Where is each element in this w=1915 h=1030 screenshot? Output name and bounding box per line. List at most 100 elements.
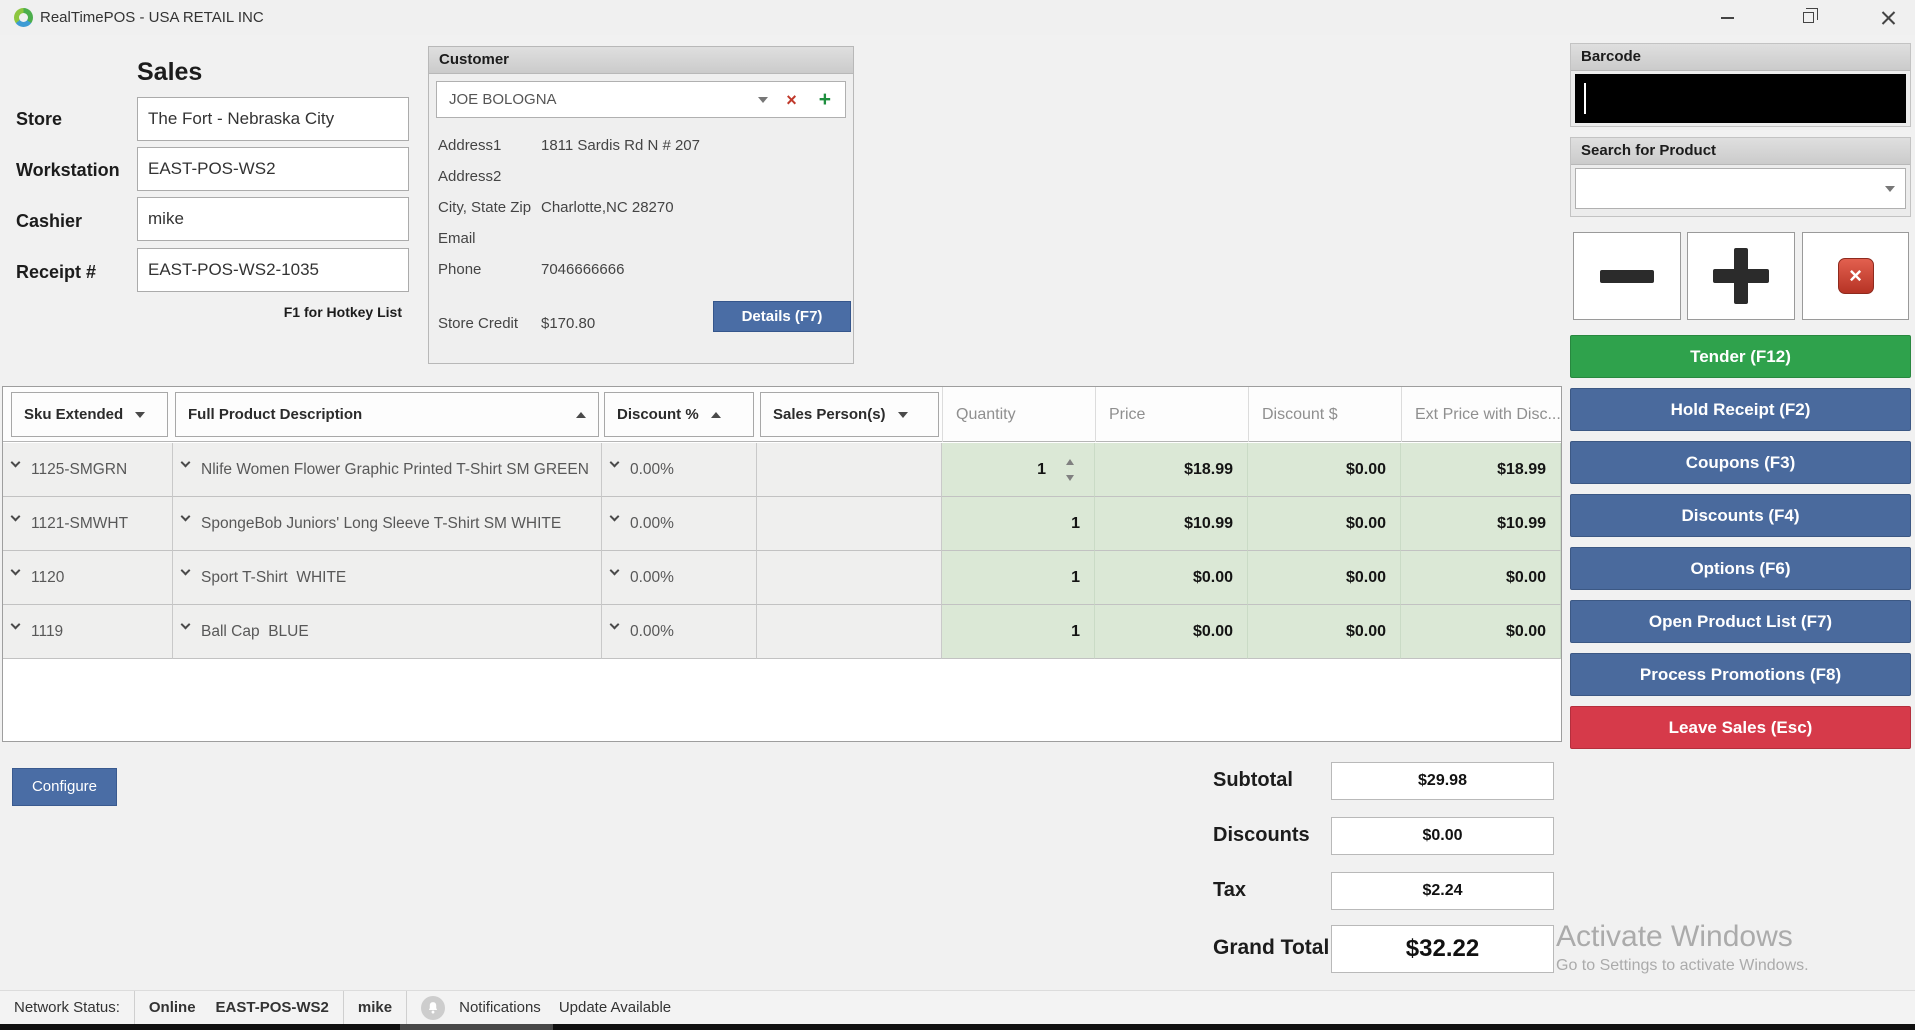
spinner-down-icon[interactable] (1066, 475, 1074, 481)
cell-price[interactable]: $0.00 (1095, 551, 1248, 605)
discounts-button[interactable]: Discounts (F4) (1570, 494, 1911, 537)
customer-name: JOE BOLOGNA (437, 91, 758, 108)
column-header-discount-pct[interactable]: Discount % (604, 392, 754, 437)
column-header-description[interactable]: Full Product Description (175, 392, 599, 437)
discount-pct-value: 0.00% (602, 551, 756, 605)
cashier-label: Cashier (16, 211, 82, 232)
hold-receipt-button[interactable]: Hold Receipt (F2) (1570, 388, 1911, 431)
decrease-qty-button[interactable] (1573, 232, 1681, 320)
city-state-zip-value: Charlotte,NC 28270 (541, 199, 674, 216)
cell-quantity[interactable]: 1 (942, 497, 1095, 551)
update-available-link[interactable]: Update Available (555, 999, 685, 1016)
store-field[interactable]: The Fort - Nebraska City (137, 97, 409, 141)
search-product-panel: Search for Product (1570, 137, 1911, 217)
column-header-description-label: Full Product Description (188, 406, 362, 423)
cell-ext-price[interactable]: $0.00 (1401, 551, 1561, 605)
restore-button[interactable] (1775, 0, 1841, 35)
spinner-up-icon[interactable] (1066, 459, 1074, 465)
receipt-field[interactable]: EAST-POS-WS2-1035 (137, 248, 409, 292)
column-header-price[interactable]: Price (1095, 387, 1248, 442)
cell-sales-person[interactable] (757, 497, 942, 551)
coupons-button[interactable]: Coupons (F3) (1570, 441, 1911, 484)
clear-customer-icon[interactable]: × (786, 91, 797, 109)
phone-label: Phone (438, 261, 541, 278)
barcode-panel: Barcode (1570, 43, 1911, 127)
cell-sales-person[interactable] (757, 443, 942, 497)
notifications-link[interactable]: Notifications (445, 999, 555, 1016)
remove-item-button[interactable]: × (1802, 232, 1909, 320)
column-header-sku-label: Sku Extended (24, 406, 123, 423)
cell-quantity[interactable]: 1 (942, 605, 1095, 659)
column-header-sales-person[interactable]: Sales Person(s) (760, 392, 939, 437)
cell-price[interactable]: $18.99 (1095, 443, 1248, 497)
cell-description[interactable]: Ball Cap BLUE (173, 605, 602, 659)
cell-description[interactable]: Sport T-Shirt WHITE (173, 551, 602, 605)
discount-amt-value: $0.00 (1248, 497, 1400, 551)
cell-quantity[interactable]: 1 (942, 551, 1095, 605)
network-status-label: Network Status: (0, 999, 134, 1016)
options-button[interactable]: Options (F6) (1570, 547, 1911, 590)
cell-sales-person[interactable] (757, 605, 942, 659)
column-header-sku[interactable]: Sku Extended (11, 392, 168, 437)
customer-select[interactable]: JOE BOLOGNA × + (436, 81, 846, 118)
cell-discount-pct[interactable]: 0.00% (602, 497, 757, 551)
activate-windows-watermark: Activate Windows (1556, 920, 1793, 954)
cell-discount-amt[interactable]: $0.00 (1248, 443, 1401, 497)
window-title: RealTimePOS - USA RETAIL INC (40, 9, 264, 26)
grid-header-row: Sku Extended Full Product Description Di… (3, 387, 1561, 442)
add-customer-icon[interactable]: + (819, 89, 831, 110)
cell-sku[interactable]: 1120 (3, 551, 173, 605)
cell-sku[interactable]: 1119 (3, 605, 173, 659)
workstation-field[interactable]: EAST-POS-WS2 (137, 147, 409, 191)
ext-price-value: $0.00 (1401, 605, 1560, 659)
cell-ext-price[interactable]: $10.99 (1401, 497, 1561, 551)
workstation-label: Workstation (16, 160, 120, 181)
chevron-down-icon[interactable] (1885, 186, 1895, 192)
close-button[interactable] (1855, 0, 1915, 35)
column-header-discount-amt[interactable]: Discount $ (1248, 387, 1401, 442)
cell-discount-amt[interactable]: $0.00 (1248, 497, 1401, 551)
cell-description[interactable]: Nlife Women Flower Graphic Printed T-Shi… (173, 443, 602, 497)
ext-price-value: $0.00 (1401, 551, 1560, 605)
cell-quantity[interactable]: 1 (942, 443, 1095, 497)
taskbar-edge (0, 1024, 1915, 1030)
cell-discount-amt[interactable]: $0.00 (1248, 551, 1401, 605)
cell-sku[interactable]: 1121-SMWHT (3, 497, 173, 551)
cell-discount-pct[interactable]: 0.00% (602, 443, 757, 497)
cell-ext-price[interactable]: $0.00 (1401, 605, 1561, 659)
notifications-bell-icon[interactable] (421, 996, 445, 1020)
cell-price[interactable]: $10.99 (1095, 497, 1248, 551)
ext-price-value: $10.99 (1401, 497, 1560, 551)
discount-pct-value: 0.00% (602, 605, 756, 659)
open-product-list-button[interactable]: Open Product List (F7) (1570, 600, 1911, 643)
tender-button[interactable]: Tender (F12) (1570, 335, 1911, 378)
customer-details-button[interactable]: Details (F7) (713, 301, 851, 332)
configure-button[interactable]: Configure (12, 768, 117, 806)
minimize-button[interactable] (1694, 0, 1760, 35)
search-product-input[interactable] (1575, 168, 1906, 209)
cell-sku[interactable]: 1125-SMGRN (3, 443, 173, 497)
cell-discount-amt[interactable]: $0.00 (1248, 605, 1401, 659)
price-value: $0.00 (1095, 605, 1247, 659)
status-bar: Network Status: Online EAST-POS-WS2 mike… (0, 990, 1915, 1024)
chevron-down-icon[interactable] (758, 97, 768, 103)
leave-sales-button[interactable]: Leave Sales (Esc) (1570, 706, 1911, 749)
cashier-field[interactable]: mike (137, 197, 409, 241)
sales-grid: Sku Extended Full Product Description Di… (2, 386, 1562, 742)
column-header-ext-price[interactable]: Ext Price with Disc... (1401, 387, 1561, 442)
ext-price-value: $18.99 (1401, 443, 1560, 497)
cell-discount-pct[interactable]: 0.00% (602, 605, 757, 659)
cell-ext-price[interactable]: $18.99 (1401, 443, 1561, 497)
column-header-quantity[interactable]: Quantity (942, 387, 1095, 442)
taskbar-item (400, 1024, 553, 1030)
increase-qty-button[interactable] (1687, 232, 1795, 320)
cell-description[interactable]: SpongeBob Juniors' Long Sleeve T-Shirt S… (173, 497, 602, 551)
search-panel-header: Search for Product (1571, 138, 1910, 165)
process-promotions-button[interactable]: Process Promotions (F8) (1570, 653, 1911, 696)
cell-sales-person[interactable] (757, 551, 942, 605)
cell-discount-pct[interactable]: 0.00% (602, 551, 757, 605)
phone-value: 7046666666 (541, 261, 624, 278)
cell-price[interactable]: $0.00 (1095, 605, 1248, 659)
barcode-input[interactable] (1575, 74, 1906, 123)
store-credit-label: Store Credit (438, 315, 541, 332)
